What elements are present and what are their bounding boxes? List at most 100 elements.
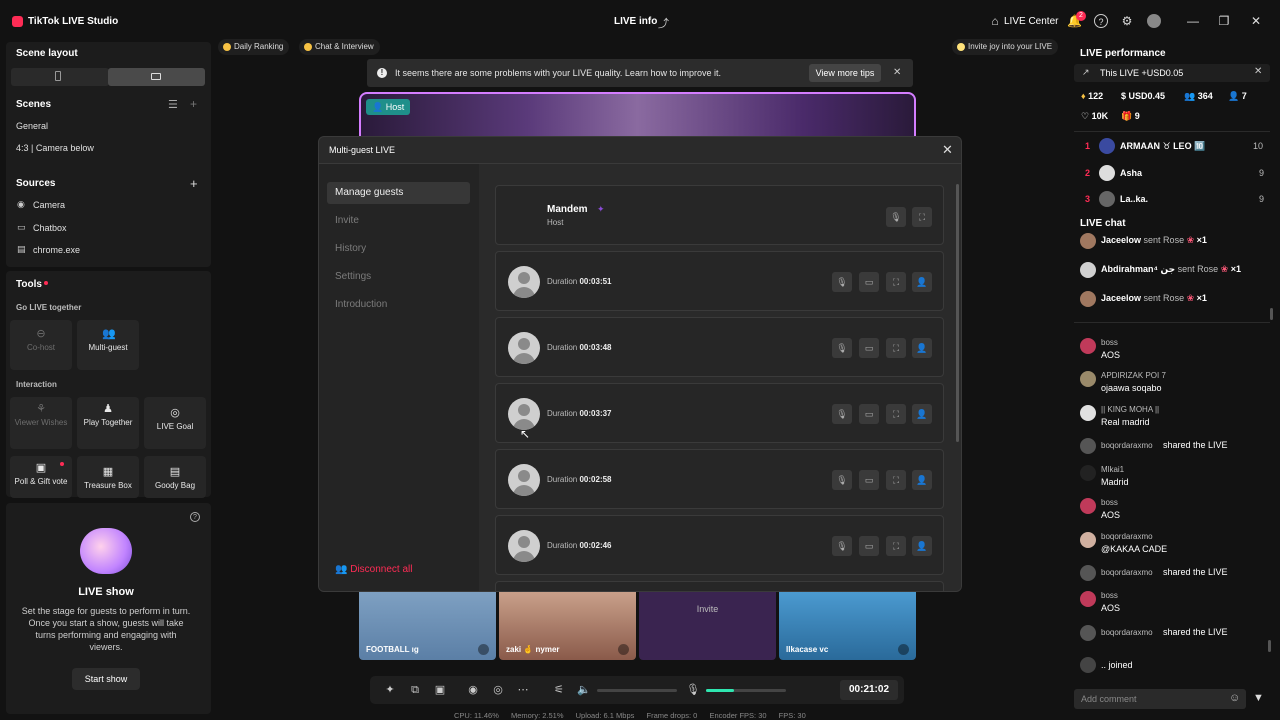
ranking-name[interactable]: La..ka.: [1120, 194, 1148, 204]
help-icon[interactable]: ?: [1094, 14, 1108, 28]
profile-avatar[interactable]: [1147, 14, 1161, 28]
mic-off-icon[interactable]: 🎙: [832, 404, 852, 424]
live-goal-tool[interactable]: ◎ LIVE Goal: [144, 397, 206, 449]
nav-invite[interactable]: Invite: [327, 210, 470, 232]
chat-username[interactable]: boqordaraxmo: [1101, 532, 1153, 541]
chat-username[interactable]: boss: [1101, 338, 1118, 347]
more-icon[interactable]: ⋯: [516, 683, 530, 697]
chat-username[interactable]: boqordaraxmo: [1101, 568, 1153, 577]
chat-username[interactable]: Mlkai1: [1101, 465, 1124, 474]
speaker-volume-slider[interactable]: [597, 689, 677, 692]
replay-icon[interactable]: ◎: [491, 683, 505, 697]
profile-icon[interactable]: 👤: [912, 536, 932, 556]
profile-icon[interactable]: 👤: [912, 338, 932, 358]
profile-icon[interactable]: 👤: [912, 404, 932, 424]
title-bar: TikTok LIVE Studio LIVE info ⤴ ⌂ LIVE Ce…: [0, 0, 1280, 42]
scrollbar[interactable]: [956, 184, 959, 442]
nav-introduction[interactable]: Introduction: [327, 294, 470, 316]
nav-history[interactable]: History: [327, 238, 470, 260]
disconnect-all-button[interactable]: 👥 Disconnect all: [335, 564, 413, 575]
record-icon[interactable]: ◉: [466, 683, 480, 697]
chat-interview-chip[interactable]: Chat & Interview: [299, 39, 380, 55]
layout-landscape-button[interactable]: [108, 68, 205, 86]
close-icon[interactable]: ✕: [1254, 66, 1262, 77]
cohost-tool[interactable]: ⊖ Co-host: [10, 320, 72, 370]
play-together-tool[interactable]: ♟ Play Together: [77, 397, 139, 449]
source-item-camera[interactable]: Camera: [33, 200, 65, 210]
camera-off-icon[interactable]: ▭: [859, 338, 879, 358]
chat-username[interactable]: || KING MOHA ||: [1101, 405, 1159, 414]
microphone-icon[interactable]: 🎙: [686, 683, 700, 697]
treasure-box-tool[interactable]: ▦ Treasure Box: [77, 456, 139, 498]
camera-off-icon[interactable]: ▭: [859, 404, 879, 424]
nav-settings[interactable]: Settings: [327, 266, 470, 288]
invite-slot[interactable]: Invite: [639, 592, 776, 660]
chat-username[interactable]: boss: [1101, 498, 1118, 507]
fullscreen-icon[interactable]: ⛶: [886, 404, 906, 424]
chat-username[interactable]: boss: [1101, 591, 1118, 600]
source-item-chrome[interactable]: chrome.exe: [33, 245, 80, 255]
help-icon[interactable]: ?: [190, 512, 200, 522]
close-dialog-icon[interactable]: ✕: [942, 142, 953, 158]
share-icon[interactable]: ⤴: [658, 15, 669, 31]
screen-icon[interactable]: ▣: [433, 683, 447, 697]
guest-thumb[interactable]: zaki 🤞 nymer: [499, 592, 636, 660]
fullscreen-icon[interactable]: ⛶: [886, 470, 906, 490]
layers-icon[interactable]: ⧉: [408, 683, 422, 697]
chat-username[interactable]: boqordaraxmo: [1101, 628, 1153, 637]
profile-icon[interactable]: 👤: [912, 470, 932, 490]
mic-icon[interactable]: 🎙: [832, 272, 852, 292]
effects-icon[interactable]: ✦: [383, 683, 397, 697]
camera-icon[interactable]: ▭: [859, 272, 879, 292]
live-center-button[interactable]: LIVE Center: [1004, 16, 1058, 27]
source-item-chatbox[interactable]: Chatbox: [33, 223, 67, 233]
camera-off-icon[interactable]: ▭: [859, 470, 879, 490]
goody-bag-tool[interactable]: ▤ Goody Bag: [144, 456, 206, 498]
layout-portrait-button[interactable]: [11, 68, 109, 86]
scene-item[interactable]: General: [16, 121, 48, 131]
nav-manage-guests[interactable]: Manage guests: [327, 182, 470, 204]
mic-off-icon[interactable]: 🎙: [832, 536, 852, 556]
viewer-wishes-tool[interactable]: ⚘ Viewer Wishes: [10, 397, 72, 449]
maximize-icon[interactable]: ❐: [1217, 14, 1231, 28]
add-source-icon[interactable]: +: [190, 176, 198, 191]
add-comment-input[interactable]: Add comment ☺: [1074, 689, 1246, 709]
start-show-button[interactable]: Start show: [72, 668, 140, 690]
list-icon[interactable]: ☰: [168, 98, 178, 111]
guest-thumb[interactable]: FOOTBALL ıɡ: [359, 592, 496, 660]
mic-icon: [478, 644, 489, 655]
fullscreen-icon[interactable]: ⛶: [886, 536, 906, 556]
camera-off-icon[interactable]: ▭: [859, 536, 879, 556]
mic-volume-slider[interactable]: [706, 689, 786, 692]
multiguest-tool[interactable]: 👥 Multi-guest: [77, 320, 139, 370]
guest-thumb[interactable]: llkacase vc: [779, 592, 916, 660]
close-banner-icon[interactable]: ✕: [893, 67, 901, 78]
daily-ranking-chip[interactable]: Daily Ranking: [218, 39, 290, 55]
close-window-icon[interactable]: ✕: [1249, 14, 1263, 28]
mic-icon[interactable]: 🎙: [886, 207, 906, 227]
mic-off-icon[interactable]: 🎙: [832, 338, 852, 358]
live-info-title[interactable]: LIVE info: [614, 16, 657, 27]
profile-icon[interactable]: 👤: [912, 272, 932, 292]
filter-icon[interactable]: ▼: [1253, 692, 1264, 704]
settings-gear-icon[interactable]: ⚙: [1120, 14, 1134, 28]
fullscreen-icon[interactable]: ⛶: [912, 207, 932, 227]
emoji-icon[interactable]: ☺: [1229, 692, 1240, 704]
ranking-name[interactable]: ARMAAN ♉ LEO 🔟: [1120, 141, 1205, 152]
minimize-icon[interactable]: —: [1186, 14, 1200, 28]
view-more-tips-button[interactable]: View more tips: [809, 64, 881, 82]
chat-username[interactable]: APDIRIZAK POI 7: [1101, 371, 1166, 380]
chat-username[interactable]: boqordaraxmo: [1101, 441, 1153, 450]
add-scene-icon[interactable]: +: [190, 97, 197, 111]
ranking-name[interactable]: Asha: [1120, 168, 1142, 178]
scrollbar[interactable]: [1270, 308, 1273, 320]
adjust-icon[interactable]: ⚟: [552, 683, 566, 697]
mic-off-icon[interactable]: 🎙: [832, 470, 852, 490]
scrollbar[interactable]: [1268, 640, 1271, 652]
speaker-icon[interactable]: 🔈: [577, 683, 591, 697]
ranking-score: 10: [1253, 141, 1264, 151]
fullscreen-icon[interactable]: ⛶: [886, 338, 906, 358]
fullscreen-icon[interactable]: ⛶: [886, 272, 906, 292]
invite-joy-chip[interactable]: Invite joy into your LIVE: [952, 39, 1059, 55]
scene-item[interactable]: 4:3 | Camera below: [16, 143, 94, 153]
